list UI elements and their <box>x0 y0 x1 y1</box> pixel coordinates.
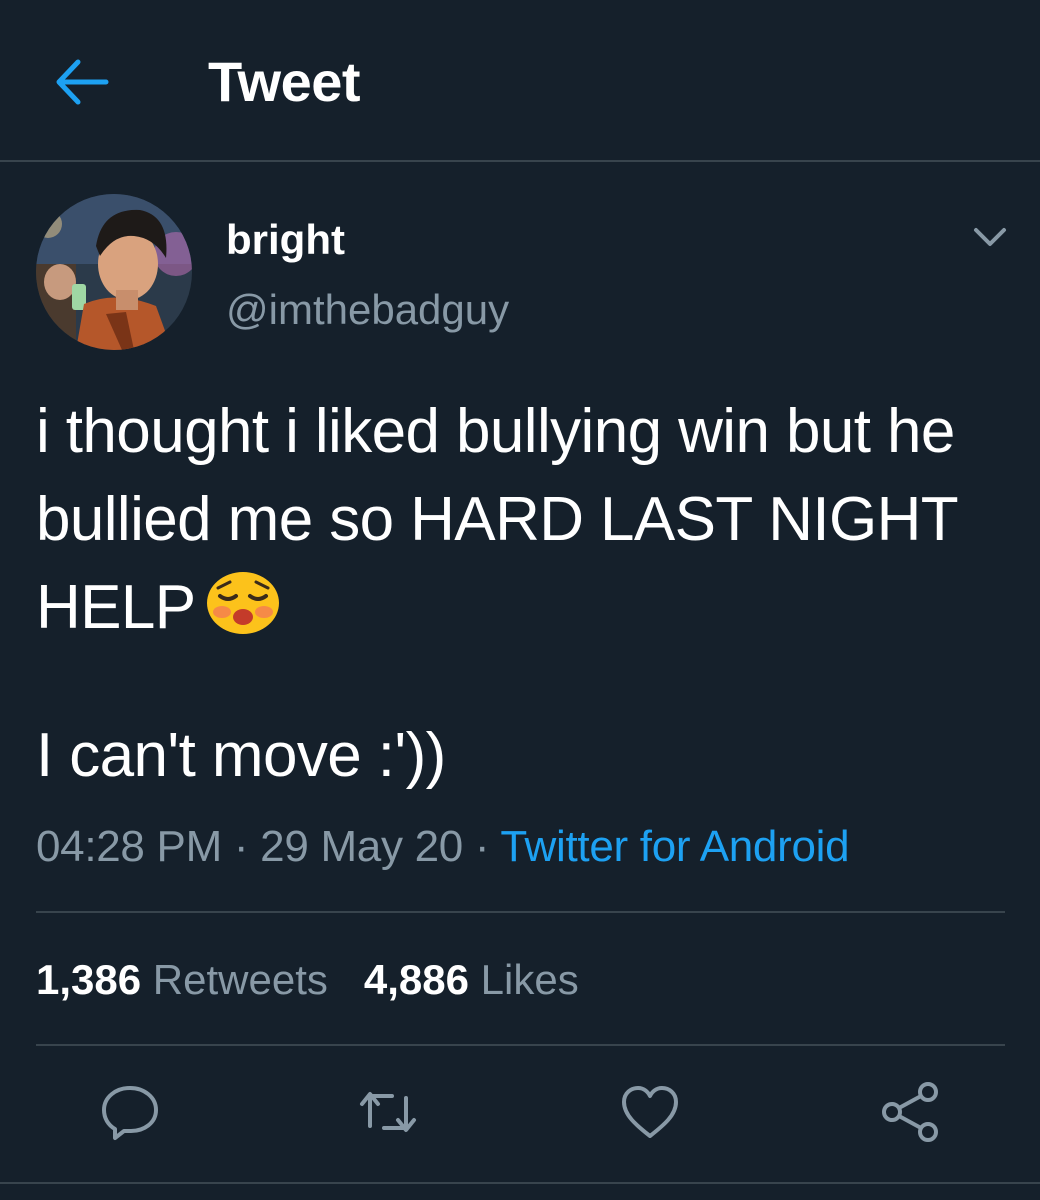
tweet-text-line: HELP <box>36 564 1016 652</box>
avatar[interactable] <box>36 194 192 350</box>
top-app-bar: Tweet <box>0 0 1040 162</box>
reply-icon <box>102 1086 158 1140</box>
retweets-stat[interactable]: 1,386 Retweets <box>36 954 328 1006</box>
tweet-text-line: bullied me so HARD LAST NIGHT <box>36 485 959 554</box>
likes-stat[interactable]: 4,886 Likes <box>364 954 579 1006</box>
divider <box>0 1182 1040 1184</box>
tweet-text-word: HELP <box>36 573 196 642</box>
divider <box>36 1044 1005 1046</box>
retweet-button[interactable] <box>356 1080 420 1144</box>
tweet-menu-button[interactable] <box>964 218 1016 258</box>
tweet-text-line: i thought i liked bullying win but he <box>36 397 955 466</box>
retweet-icon <box>360 1092 416 1132</box>
share-icon <box>882 1082 938 1142</box>
tweet-meta: 04:28 PM · 29 May 20 · Twitter for Andro… <box>36 820 850 874</box>
meta-separator: · <box>233 822 249 871</box>
profile-photo <box>36 194 192 350</box>
retweets-count: 1,386 <box>36 956 142 1003</box>
author-display-name[interactable]: bright <box>226 214 345 266</box>
likes-label: Likes <box>480 956 579 1003</box>
like-icon <box>622 1086 678 1138</box>
tweet-source-link[interactable]: Twitter for Android <box>500 822 849 871</box>
page-title: Tweet <box>208 50 361 113</box>
tweet-text: i thought i liked bullying win but he bu… <box>36 388 1016 652</box>
tweet-time: 04:28 PM <box>36 822 222 871</box>
flushed-face-emoji <box>204 570 282 636</box>
share-button[interactable] <box>878 1080 942 1144</box>
retweets-label: Retweets <box>152 956 328 1003</box>
meta-separator: · <box>474 822 490 871</box>
chevron-down-icon <box>974 228 1006 246</box>
tweet-text-paragraph: I can't move :')) <box>36 721 446 790</box>
tweet-stats: 1,386 Retweets 4,886 Likes <box>36 954 579 1006</box>
author-handle[interactable]: @imthebadguy <box>226 284 509 336</box>
arrow-left-icon <box>56 59 109 105</box>
like-button[interactable] <box>618 1080 682 1144</box>
likes-count: 4,886 <box>363 956 469 1003</box>
tweet-date: 29 May 20 <box>260 822 463 871</box>
back-button[interactable] <box>48 52 112 112</box>
divider <box>36 911 1005 913</box>
reply-button[interactable] <box>98 1080 162 1144</box>
